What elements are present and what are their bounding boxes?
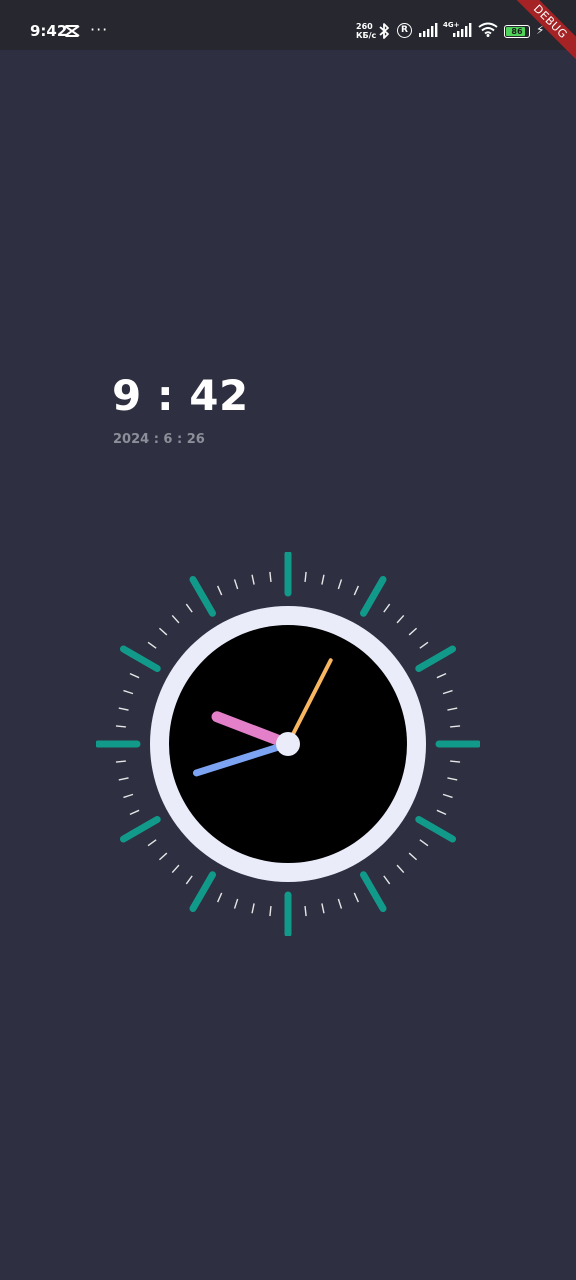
minor-tick [337, 898, 343, 909]
digital-clock-time: 9 : 42 [112, 371, 249, 420]
minor-tick [436, 809, 447, 816]
minor-tick [115, 760, 126, 763]
minor-tick [419, 839, 429, 847]
minor-tick [450, 725, 461, 728]
signal-strength-icon [419, 23, 438, 37]
major-tick [189, 871, 216, 913]
minor-tick [171, 864, 180, 874]
major-tick [119, 645, 161, 672]
roaming-icon: R [397, 23, 412, 38]
signal-strength-icon-2 [453, 23, 472, 37]
status-bar: 9:42 ··· 260 КБ/с R 4G+ 86 ⚡ DEBUG [0, 0, 576, 71]
minor-tick [269, 571, 272, 582]
major-tick [360, 871, 387, 913]
network-speed-value: 260 [356, 22, 373, 31]
minor-tick [442, 689, 453, 695]
minor-tick [353, 585, 360, 596]
minor-tick [337, 579, 343, 590]
minor-tick [396, 864, 405, 874]
minor-tick [450, 760, 461, 763]
minor-tick [353, 892, 360, 903]
minor-tick [321, 574, 325, 585]
minor-tick [123, 793, 134, 799]
major-tick [415, 645, 457, 672]
bluetooth-icon [379, 23, 389, 39]
minor-tick [447, 777, 458, 781]
minor-tick [321, 903, 325, 914]
major-tick [415, 816, 457, 843]
minor-tick [147, 641, 157, 649]
status-time: 9:42 [30, 22, 68, 40]
network-speed: 260 КБ/с [356, 22, 376, 40]
minor-tick [158, 627, 168, 636]
minor-tick [396, 614, 405, 624]
minor-tick [185, 875, 193, 885]
minor-tick [115, 725, 126, 728]
minor-tick [233, 898, 239, 909]
minor-tick [304, 571, 307, 582]
battery-level: 86 [511, 27, 523, 36]
minor-tick [123, 689, 134, 695]
minor-tick [408, 852, 418, 861]
minor-tick [171, 614, 180, 624]
screen: 9:42 ··· 260 КБ/с R 4G+ 86 ⚡ DEBUG 9: 4… [0, 0, 576, 1280]
minor-tick [147, 839, 157, 847]
minor-tick [216, 585, 223, 596]
minor-tick [129, 809, 140, 816]
minor-tick [436, 672, 447, 679]
minor-tick [447, 707, 458, 711]
more-icon: ··· [90, 20, 109, 39]
major-tick [360, 575, 387, 617]
capcut-icon [64, 25, 80, 37]
minor-tick [251, 903, 255, 914]
minor-tick [408, 627, 418, 636]
minor-tick [185, 603, 193, 613]
digital-clock-date: 2024 : 6 : 26 [113, 432, 205, 447]
network-speed-unit: КБ/с [356, 31, 377, 40]
wifi-icon [478, 22, 498, 37]
minor-tick [383, 603, 391, 613]
clock-center-cap [276, 732, 300, 756]
minor-tick [216, 892, 223, 903]
minor-tick [304, 906, 307, 917]
analog-clock [96, 552, 480, 936]
minor-tick [118, 777, 129, 781]
minor-tick [233, 579, 239, 590]
minor-tick [383, 875, 391, 885]
minor-tick [118, 707, 129, 711]
minor-tick [442, 793, 453, 799]
minor-tick [251, 574, 255, 585]
major-tick [119, 816, 161, 843]
minor-tick [158, 852, 168, 861]
minor-tick [419, 641, 429, 649]
major-tick [189, 575, 216, 617]
battery-icon: 86 [504, 25, 530, 38]
minor-tick [129, 672, 140, 679]
minor-tick [269, 906, 272, 917]
